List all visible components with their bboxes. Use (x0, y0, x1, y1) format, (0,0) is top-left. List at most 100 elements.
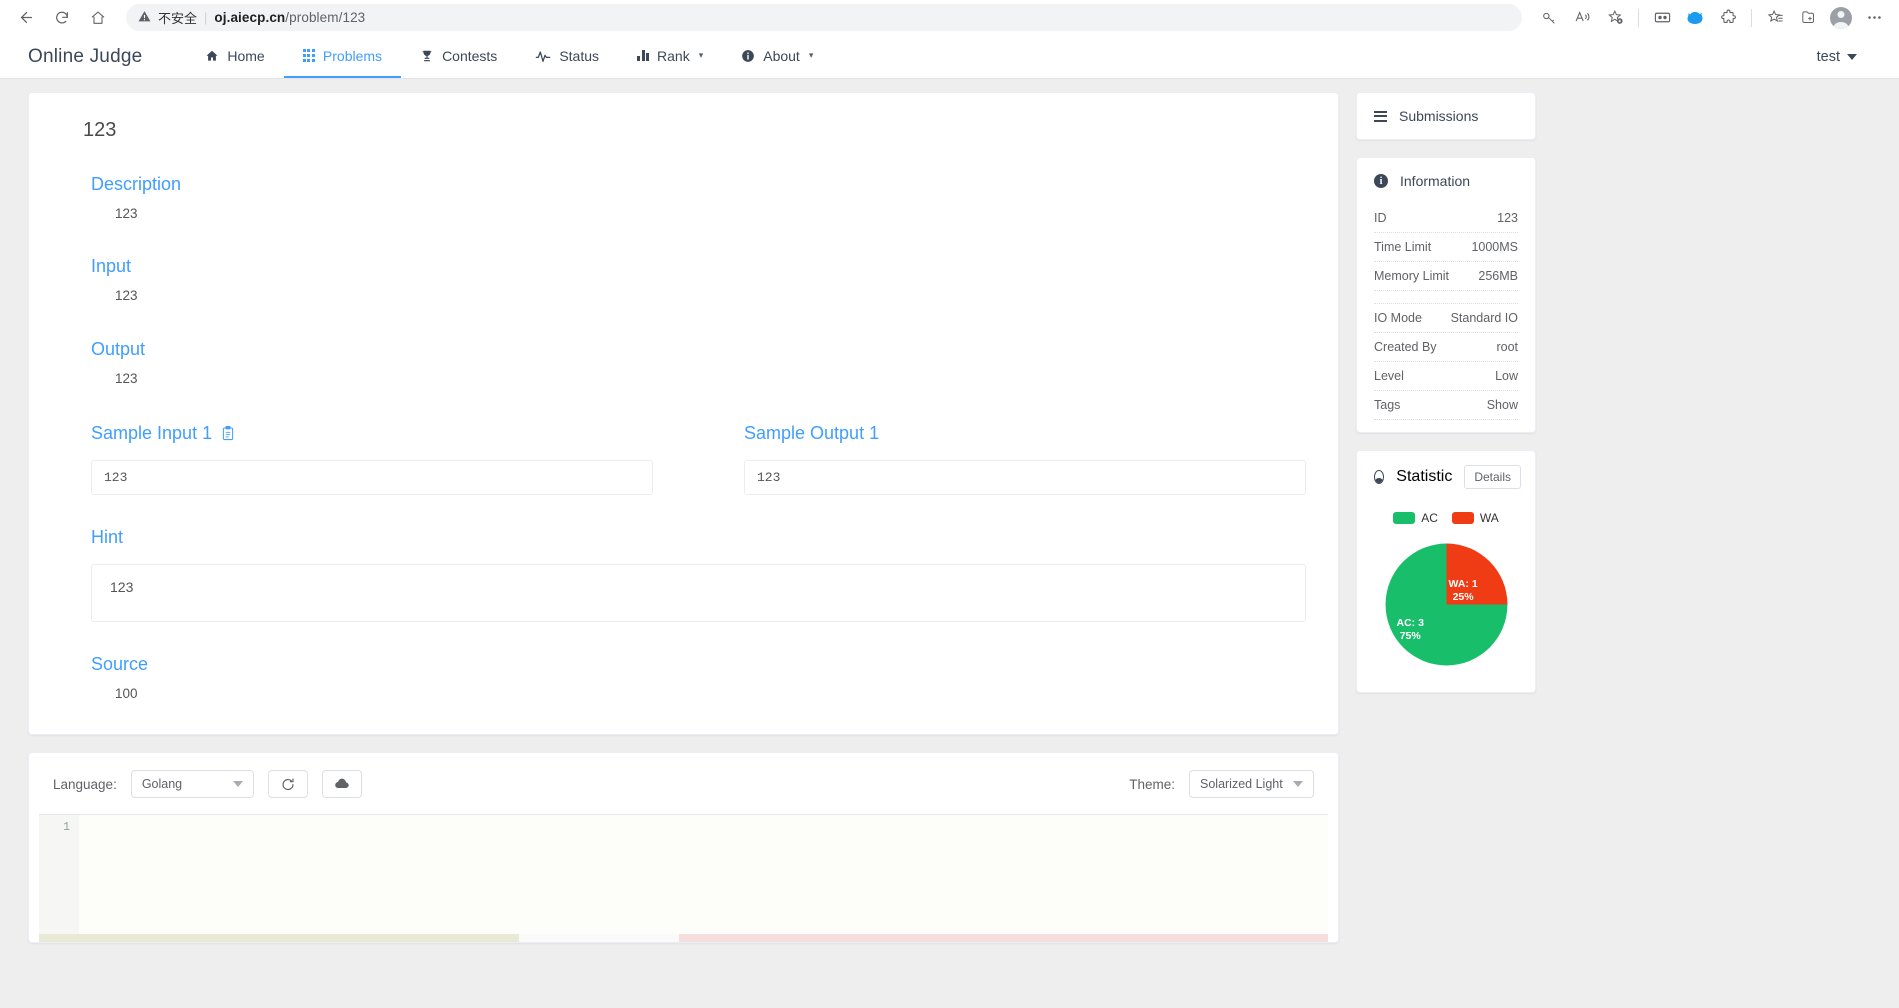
nav-item-about[interactable]: About ▾ (722, 35, 832, 78)
information-card: i Information ID 123 Time Limit 1000MS M… (1356, 157, 1536, 433)
pie-label-ac-count: AC: 3 (1396, 617, 1424, 629)
chevron-down-icon-theme (1293, 781, 1303, 787)
hint-value: 123 (91, 563, 1306, 622)
details-button[interactable]: Details (1464, 465, 1521, 489)
nav-label-contests: Contests (442, 47, 498, 64)
sample-output-heading: Sample Output 1 (744, 423, 1306, 444)
theme-value: Solarized Light (1200, 777, 1283, 791)
extensions-icon[interactable] (1713, 4, 1743, 32)
key-icon[interactable] (1534, 4, 1564, 32)
legend-swatch-ac (1393, 512, 1416, 524)
scrollbar-segment-a (39, 934, 519, 942)
language-select[interactable]: Golang (130, 770, 254, 798)
nav-item-contests[interactable]: Contests (401, 35, 516, 78)
split-screen-icon[interactable] (1647, 4, 1677, 32)
pie-chart-container: WA: 1 25% AC: 3 75% (1357, 533, 1535, 692)
section-body-output: 123 (115, 370, 138, 386)
collections-icon[interactable] (1793, 4, 1823, 32)
section-body-input: 123 (115, 288, 138, 304)
information-header: i Information (1357, 158, 1535, 204)
copilot-icon[interactable] (1680, 4, 1710, 32)
scrollbar-segment-b (519, 934, 679, 942)
nav-item-problems[interactable]: Problems (283, 35, 402, 78)
pie-chart[interactable]: WA: 1 25% AC: 3 75% (1383, 541, 1510, 668)
home-button[interactable] (82, 4, 114, 32)
nav-item-status[interactable]: Status (516, 35, 618, 78)
reset-code-button[interactable] (267, 770, 308, 798)
info-row-created-by: Created By root (1374, 333, 1518, 362)
statistic-label: Statistic (1396, 468, 1453, 485)
section-body-description: 123 (115, 206, 138, 221)
upload-code-button[interactable] (321, 770, 362, 798)
pie-label-ac-percent: 75% (1399, 630, 1421, 643)
editor-scrollbar[interactable] (39, 934, 1328, 942)
problem-card: 123 Description 123 Input 123 Output 123… (28, 92, 1339, 735)
read-aloud-icon[interactable] (1567, 4, 1597, 32)
address-divider: | (204, 10, 208, 25)
back-button[interactable] (10, 4, 42, 32)
clipboard-copy-icon[interactable] (221, 425, 235, 441)
info-value-io-mode: Standard IO (1450, 311, 1518, 325)
info-value-time-limit: 1000MS (1471, 240, 1518, 254)
nav-item-rank[interactable]: Rank ▾ (618, 35, 722, 78)
samples-row: Sample Input 1 123 Sample Output 1 123 (61, 389, 1306, 495)
chart-legend: AC WA (1357, 511, 1535, 525)
info-row-time-limit: Time Limit 1000MS (1374, 233, 1518, 262)
site-brand[interactable]: Online Judge (28, 35, 186, 78)
add-favorite-icon[interactable] (1600, 4, 1630, 32)
nav-label-rank: Rank (657, 47, 690, 64)
page-title: 123 (83, 119, 117, 141)
section-heading-description: Description (91, 174, 182, 194)
information-label: Information (1400, 173, 1471, 189)
submissions-card[interactable]: Submissions (1356, 92, 1536, 140)
pie-label-wa: WA: 1 25% (1449, 578, 1478, 604)
toolbar-divider-2 (1751, 8, 1752, 27)
reload-button[interactable] (46, 4, 78, 32)
security-label: 不安全 (158, 11, 198, 26)
nav-item-home[interactable]: Home (186, 35, 283, 78)
information-table: ID 123 Time Limit 1000MS Memory Limit 25… (1357, 204, 1535, 432)
user-menu[interactable]: test (1817, 35, 1871, 78)
statistic-header: Statistic Details (1357, 451, 1535, 497)
line-number: 1 (63, 821, 70, 834)
code-input[interactable] (79, 815, 1328, 934)
source-value: 100 (115, 685, 138, 701)
app-navbar: Online Judge Home Problems Contests Stat… (0, 35, 1899, 79)
info-row-memory-limit: Memory Limit 256MB (1374, 262, 1518, 291)
theme-select[interactable]: Solarized Light (1189, 770, 1314, 798)
hamburger-icon (1374, 110, 1387, 122)
info-key-io-mode: IO Mode (1374, 311, 1422, 325)
pie-label-wa-percent: 25% (1452, 591, 1474, 604)
info-key-id: ID (1374, 211, 1387, 225)
pie-label-ac: AC: 3 75% (1397, 617, 1424, 643)
legend-item-wa[interactable]: WA (1451, 511, 1499, 525)
nav-label-status: Status (559, 47, 600, 64)
info-circle-icon (741, 49, 755, 63)
chevron-down-icon: ▾ (698, 50, 704, 60)
chevron-down-icon-about: ▾ (808, 50, 814, 60)
code-editor-card: Language: Golang Theme: Solarized Light (28, 752, 1339, 943)
home-icon (205, 49, 219, 63)
language-value: Golang (141, 777, 183, 791)
info-row-level: Level Low (1374, 362, 1518, 391)
pie-label-wa-count: WA: 1 (1448, 578, 1478, 590)
submissions-header[interactable]: Submissions (1357, 93, 1535, 139)
section-heading-hint: Hint (91, 526, 124, 547)
info-value-id: 123 (1497, 211, 1518, 225)
caret-down-icon (1847, 53, 1857, 60)
address-bar[interactable]: 不安全 | oj.aiecp.cn/problem/123 (126, 4, 1522, 31)
favorites-icon[interactable] (1760, 4, 1790, 32)
legend-item-ac[interactable]: AC (1393, 511, 1438, 525)
info-key-memory-limit: Memory Limit (1374, 269, 1450, 283)
profile-avatar-icon[interactable] (1826, 4, 1856, 32)
line-number-gutter: 1 (39, 815, 79, 934)
settings-more-icon[interactable] (1859, 4, 1889, 32)
grid-icon (302, 49, 315, 62)
browser-actions (1534, 4, 1889, 32)
url-host: oj.aiecp.cn (214, 10, 286, 25)
code-editor[interactable]: 1 (39, 814, 1328, 934)
info-value-memory-limit: 256MB (1478, 269, 1518, 283)
tags-show-link[interactable]: Show (1487, 398, 1518, 412)
language-label: Language: (53, 776, 117, 792)
browser-toolbar: 不安全 | oj.aiecp.cn/problem/123 (0, 0, 1899, 35)
